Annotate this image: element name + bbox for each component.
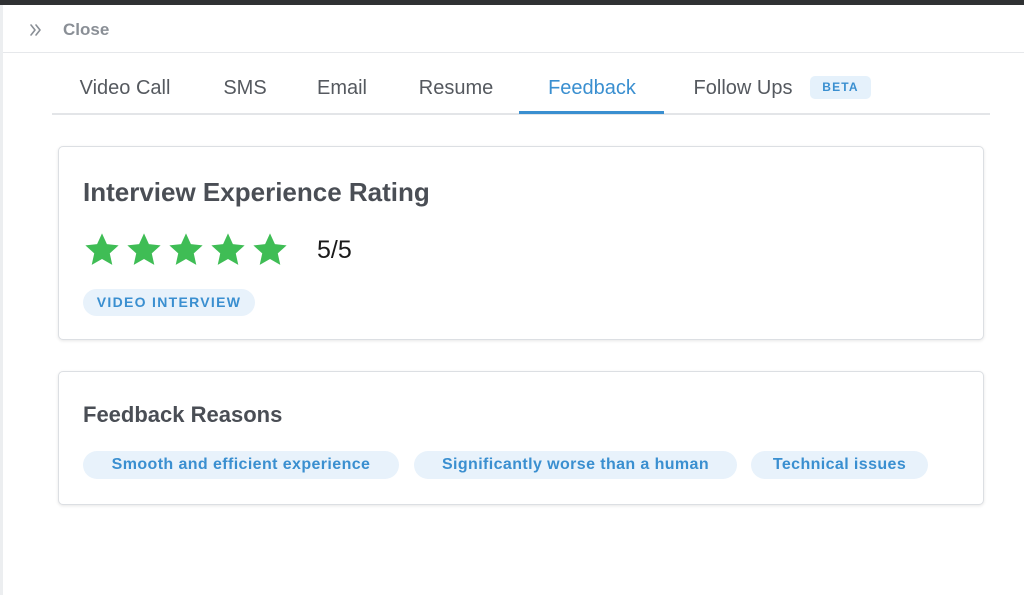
tab-feedback[interactable]: Feedback (543, 64, 641, 115)
star-icon (169, 233, 203, 265)
tab-follow-ups[interactable]: Follow Ups (688, 64, 798, 115)
left-panel-edge (0, 5, 3, 595)
panel-header: Close (3, 5, 1024, 53)
interview-rating-card: Interview Experience Rating 5/5 VIDEO IN… (58, 146, 984, 340)
star-icon (211, 233, 245, 265)
star-icon (127, 233, 161, 265)
reason-chip: Significantly worse than a human (414, 451, 737, 479)
star-rating (83, 231, 293, 269)
star-icon (85, 233, 119, 265)
reason-chip: Smooth and efficient experience (83, 451, 399, 479)
interview-type-badge: VIDEO INTERVIEW (83, 289, 255, 316)
double-chevron-right-icon[interactable] (27, 21, 45, 39)
tab-sms[interactable]: SMS (222, 64, 268, 115)
tab-resume[interactable]: Resume (416, 64, 496, 115)
tab-bar: Video Call SMS Email Resume Feedback Fol… (52, 64, 990, 115)
tab-email[interactable]: Email (315, 64, 369, 115)
reasons-card-title: Feedback Reasons (83, 402, 283, 427)
beta-badge: BETA (810, 76, 871, 99)
feedback-reasons-card: Feedback Reasons Smooth and efficient ex… (58, 371, 984, 505)
active-tab-indicator (519, 111, 664, 114)
rating-value: 5/5 (317, 236, 352, 264)
rating-card-title: Interview Experience Rating (83, 177, 430, 207)
tab-video-call[interactable]: Video Call (75, 64, 175, 115)
close-button[interactable]: Close (63, 20, 109, 40)
star-icon (253, 233, 287, 265)
reason-chip: Technical issues (751, 451, 928, 479)
